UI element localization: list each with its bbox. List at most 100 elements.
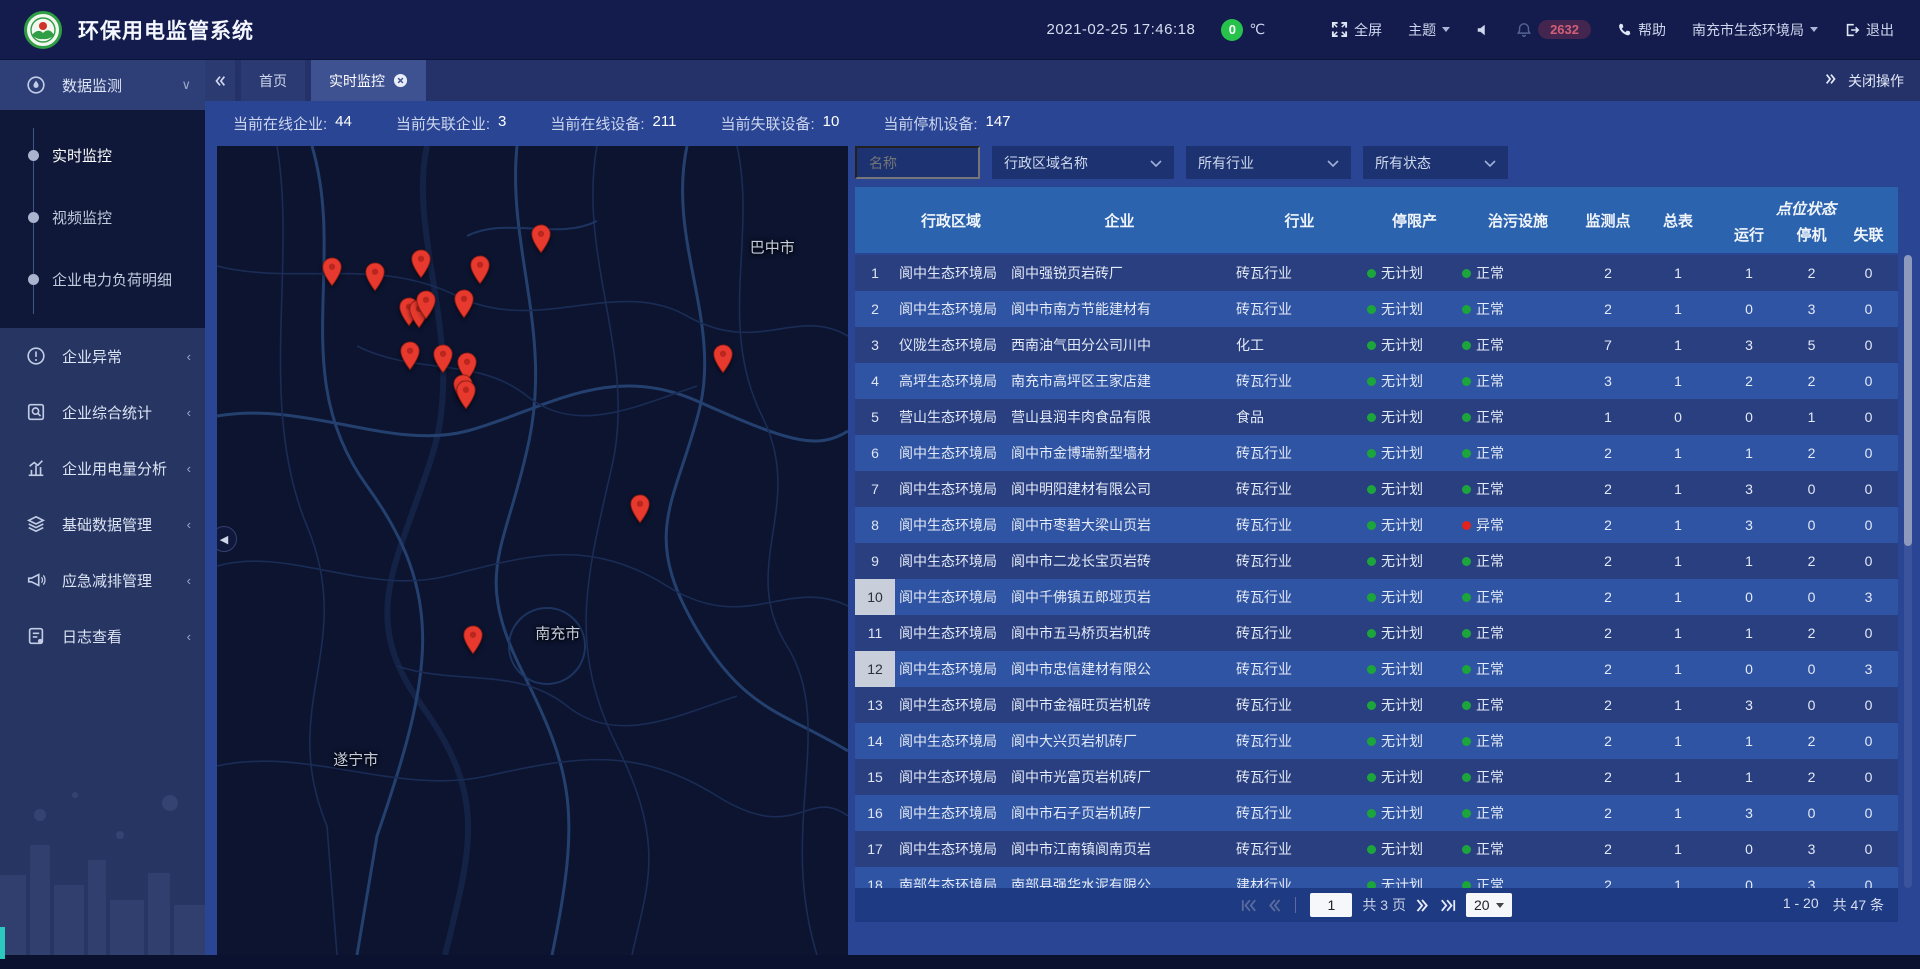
sidebar-group-bar-chart[interactable]: 企业用电量分析 ‹	[0, 440, 205, 496]
first-page-button[interactable]	[1241, 899, 1257, 912]
map-pin-icon[interactable]	[470, 255, 491, 290]
table-row[interactable]: 3 仪陇生态环境局 西南油气田分公司川中 化工 无计划 正常 7 1 3 5 0	[855, 327, 1898, 363]
map-pin-icon[interactable]	[400, 341, 421, 376]
table-row[interactable]: 4 高坪生态环境局 南充市高坪区王家店建 砖瓦行业 无计划 正常 3 1 2 2…	[855, 363, 1898, 399]
previous-page-button[interactable]	[1267, 899, 1281, 912]
status-select[interactable]: 所有状态	[1363, 146, 1508, 179]
close-operations-button[interactable]: 关闭操作	[1848, 71, 1904, 91]
tabs-scroll-left-button[interactable]	[205, 60, 235, 101]
sidebar-group-label: 日志查看	[62, 626, 187, 647]
sidebar-group-log[interactable]: 日志查看 ‹	[0, 608, 205, 664]
stat-label: 当前在线企业:	[233, 113, 327, 134]
status-dot-icon	[1367, 557, 1376, 566]
sidebar-group-stats[interactable]: 企业综合统计 ‹	[0, 384, 205, 440]
table-row[interactable]: 9 阆中生态环境局 阆中市二龙长宝页岩砖 砖瓦行业 无计划 正常 2 1 1 2…	[855, 543, 1898, 579]
map-pin-icon[interactable]	[364, 262, 385, 297]
sidebar-nav: 数据监测 ∨ 实时监控 视频监控 企业电力负荷明细 企业异常 ‹ 企业综合统计 …	[0, 60, 205, 955]
map[interactable]: ◀ 巴中市南充市遂宁市	[217, 146, 848, 955]
sidebar-subitem[interactable]: 实时监控	[0, 124, 205, 186]
tab-close-icon[interactable]	[393, 73, 408, 88]
map-pin-icon[interactable]	[410, 249, 431, 284]
table-row[interactable]: 16 阆中生态环境局 阆中市石子页岩机砖厂 砖瓦行业 无计划 正常 2 1 3 …	[855, 795, 1898, 831]
page-number-input[interactable]	[1310, 893, 1352, 917]
table-row[interactable]: 14 阆中生态环境局 阆中大兴页岩机砖厂 砖瓦行业 无计划 正常 2 1 1 2…	[855, 723, 1898, 759]
map-pin-icon[interactable]	[432, 344, 453, 379]
cell-meter-count: 1	[1642, 687, 1714, 723]
sidebar-subitem[interactable]: 企业电力负荷明细	[0, 248, 205, 310]
help-button[interactable]: 帮助	[1617, 20, 1666, 40]
layers-icon	[26, 514, 46, 534]
status-dot-icon	[1367, 485, 1376, 494]
sidebar-subitem[interactable]: 视频监控	[0, 186, 205, 248]
cell-lost-count: 0	[1839, 723, 1898, 759]
table-row[interactable]: 7 阆中生态环境局 阆中明阳建材有限公司 砖瓦行业 无计划 正常 2 1 3 0…	[855, 471, 1898, 507]
table-row[interactable]: 5 营山生态环境局 营山县润丰肉食品有限 食品 无计划 正常 1 0 0 1 0	[855, 399, 1898, 435]
cell-industry: 砖瓦行业	[1232, 831, 1367, 867]
map-pin-icon[interactable]	[629, 494, 650, 529]
last-page-button[interactable]	[1440, 899, 1456, 912]
cell-halt-count: 3	[1784, 867, 1839, 888]
stat-value: 44	[335, 113, 352, 134]
header-halt: 停机	[1784, 221, 1839, 253]
map-pin-icon[interactable]	[453, 289, 474, 324]
next-page-button[interactable]	[1416, 899, 1430, 912]
map-pin-icon[interactable]	[713, 344, 734, 379]
cell-industry: 砖瓦行业	[1232, 759, 1367, 795]
cell-limit-status: 无计划	[1367, 651, 1462, 687]
cell-index: 2	[855, 291, 895, 327]
status-dot-icon	[1367, 377, 1376, 386]
table-row[interactable]: 8 阆中生态环境局 阆中市枣碧大梁山页岩 砖瓦行业 无计划 异常 2 1 3 0…	[855, 507, 1898, 543]
fullscreen-button[interactable]: 全屏	[1331, 20, 1382, 40]
logout-button[interactable]: 退出	[1844, 20, 1894, 40]
sidebar-group-alert-circle[interactable]: 企业异常 ‹	[0, 328, 205, 384]
cell-monitor-count: 2	[1574, 255, 1642, 291]
table-row[interactable]: 10 阆中生态环境局 阆中千佛镇五郎垭页岩 砖瓦行业 无计划 正常 2 1 0 …	[855, 579, 1898, 615]
notifications-button[interactable]: 2632	[1516, 20, 1591, 39]
cell-limit-status: 无计划	[1367, 579, 1462, 615]
tabs-scroll-right-button[interactable]	[1824, 72, 1838, 89]
map-pin-icon[interactable]	[463, 625, 484, 660]
table-row[interactable]: 13 阆中生态环境局 阆中市金福旺页岩机砖 砖瓦行业 无计划 正常 2 1 3 …	[855, 687, 1898, 723]
map-pin-icon[interactable]	[321, 257, 342, 292]
temperature-indicator: 0 ℃	[1221, 19, 1265, 41]
chevron-down-icon	[1150, 155, 1162, 171]
theme-menu-button[interactable]: 主题	[1408, 20, 1450, 40]
table-row[interactable]: 2 阆中生态环境局 阆中市南方节能建材有 砖瓦行业 无计划 正常 2 1 0 3…	[855, 291, 1898, 327]
table-row[interactable]: 15 阆中生态环境局 阆中市光富页岩机砖厂 砖瓦行业 无计划 正常 2 1 1 …	[855, 759, 1898, 795]
cell-limit-status: 无计划	[1367, 507, 1462, 543]
limit-status-text: 无计划	[1381, 299, 1423, 319]
table-scrollbar[interactable]	[1904, 255, 1912, 888]
table-row[interactable]: 18 南部生态环境局 南部县强华水泥有限公 建材行业 无计划 正常 2 1 0 …	[855, 867, 1898, 888]
table-row[interactable]: 12 阆中生态环境局 阆中市忠信建材有限公 砖瓦行业 无计划 正常 2 1 0 …	[855, 651, 1898, 687]
cell-index: 16	[855, 795, 895, 831]
map-pin-icon[interactable]	[530, 224, 551, 259]
sidebar-group-megaphone[interactable]: 应急减排管理 ‹	[0, 552, 205, 608]
region-select[interactable]: 行政区域名称	[992, 146, 1174, 179]
industry-select[interactable]: 所有行业	[1186, 146, 1351, 179]
status-dot-icon	[1462, 845, 1471, 854]
sidebar-group-layers[interactable]: 基础数据管理 ‹	[0, 496, 205, 552]
sidebar-group-label: 数据监测	[62, 75, 181, 96]
table-row[interactable]: 17 阆中生态环境局 阆中市江南镇阆南页岩 砖瓦行业 无计划 正常 2 1 0 …	[855, 831, 1898, 867]
status-dot-icon	[1367, 521, 1376, 530]
sound-mute-button[interactable]	[1476, 23, 1490, 37]
cell-industry: 砖瓦行业	[1232, 471, 1367, 507]
cell-halt-count: 0	[1784, 471, 1839, 507]
scrollbar-thumb[interactable]	[1904, 255, 1912, 546]
name-search-input[interactable]	[855, 146, 980, 179]
table-row[interactable]: 6 阆中生态环境局 阆中市金博瑞新型墙材 砖瓦行业 无计划 正常 2 1 1 2…	[855, 435, 1898, 471]
tab-realtime-monitoring[interactable]: 实时监控	[311, 60, 426, 101]
org-account-menu[interactable]: 南充市生态环境局	[1692, 20, 1818, 40]
status-dot-icon	[1462, 809, 1471, 818]
cell-meter-count: 1	[1642, 579, 1714, 615]
map-pin-icon[interactable]	[415, 290, 436, 325]
table-row[interactable]: 11 阆中生态环境局 阆中市五马桥页岩机砖 砖瓦行业 无计划 正常 2 1 1 …	[855, 615, 1898, 651]
map-pin-icon[interactable]	[456, 380, 477, 415]
facility-status-text: 正常	[1476, 731, 1504, 751]
sidebar-group-data-monitoring[interactable]: 数据监测 ∨	[0, 60, 205, 110]
page-size-select[interactable]: 20	[1466, 893, 1512, 917]
tab-home[interactable]: 首页	[241, 60, 305, 101]
status-dot-icon	[1367, 305, 1376, 314]
table-row[interactable]: 1 阆中生态环境局 阆中强锐页岩砖厂 砖瓦行业 无计划 正常 2 1 1 2 0	[855, 255, 1898, 291]
cell-monitor-count: 2	[1574, 579, 1642, 615]
